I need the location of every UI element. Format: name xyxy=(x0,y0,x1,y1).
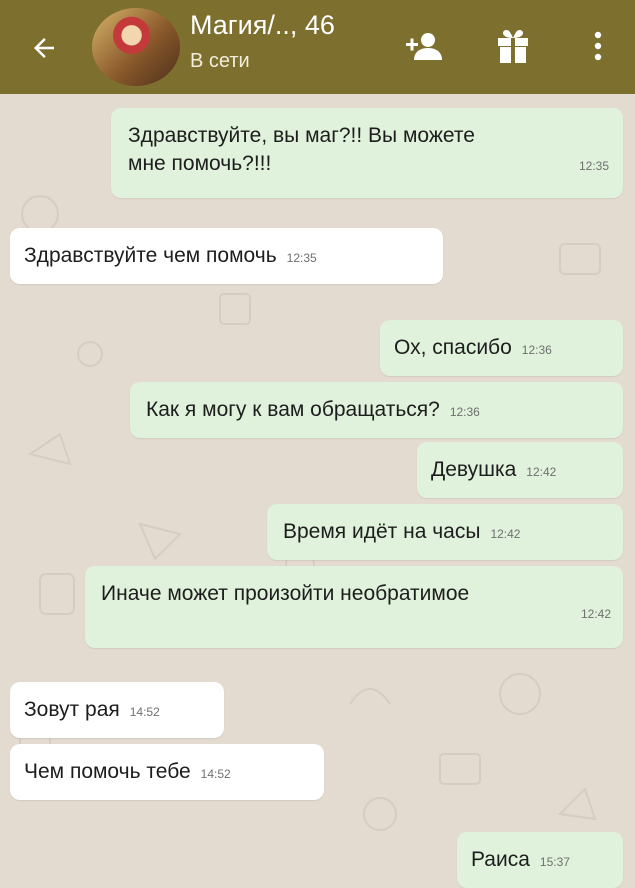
message-time: 14:52 xyxy=(129,705,160,719)
message-bubble[interactable]: Ох, спасибо 12:36 xyxy=(380,320,623,376)
message-time: 12:42 xyxy=(526,465,557,479)
message-bubble[interactable]: Чем помочь тебе 14:52 xyxy=(10,744,324,800)
message-time: 12:35 xyxy=(578,159,609,173)
message-text: Ох, спасибо xyxy=(394,336,512,359)
contact-status: В сети xyxy=(190,50,250,72)
message-text: Как я могу к вам обращаться? xyxy=(146,398,440,421)
message-bubble[interactable]: Здравствуйте чем помочь 12:35 xyxy=(10,228,443,284)
message-time: 12:35 xyxy=(286,251,317,265)
message-time: 15:37 xyxy=(539,855,570,869)
message-bubble[interactable]: Время идёт на часы 12:42 xyxy=(267,504,623,560)
message-bubble[interactable]: Раиса 15:37 xyxy=(457,832,623,888)
message-bubble[interactable]: Как я могу к вам обращаться? 12:36 xyxy=(130,382,623,438)
message-time: 12:36 xyxy=(449,405,480,419)
chat-header: Магия/.., 46 В сети xyxy=(0,0,635,94)
message-text-line: Здравствуйте, вы маг?!! Вы можете xyxy=(128,124,475,147)
message-time: 12:42 xyxy=(490,527,521,541)
message-bubble[interactable]: Зовут рая 14:52 xyxy=(10,682,224,738)
arrow-left-icon[interactable] xyxy=(22,26,66,70)
more-vert-icon[interactable] xyxy=(578,18,618,74)
message-time: 12:36 xyxy=(521,343,552,357)
message-list[interactable]: Здравствуйте, вы маг?!! Вы можете мне по… xyxy=(0,94,635,888)
message-text: Чем помочь тебе xyxy=(24,760,191,783)
gift-icon[interactable] xyxy=(488,18,538,74)
message-text: Иначе может произойти необратимое xyxy=(101,582,470,605)
message-text-line: мне помочь?!!! xyxy=(128,152,272,175)
message-text: Раиса xyxy=(471,848,530,871)
avatar[interactable] xyxy=(92,8,180,86)
contact-name[interactable]: Магия/.., 46 xyxy=(190,10,335,41)
message-text: Девушка xyxy=(431,458,517,481)
message-text: Здравствуйте чем помочь xyxy=(24,244,277,267)
message-text: Зовут рая xyxy=(24,698,120,721)
message-bubble[interactable]: Здравствуйте, вы маг?!! Вы можете мне по… xyxy=(111,108,623,198)
message-bubble[interactable]: Девушка 12:42 xyxy=(417,442,623,498)
add-person-icon[interactable] xyxy=(398,18,450,74)
message-time: 12:42 xyxy=(580,607,611,621)
message-text: Время идёт на часы xyxy=(283,520,481,543)
message-time: 14:52 xyxy=(200,767,231,781)
message-bubble[interactable]: Иначе может произойти необратимое 12:42 xyxy=(85,566,623,648)
